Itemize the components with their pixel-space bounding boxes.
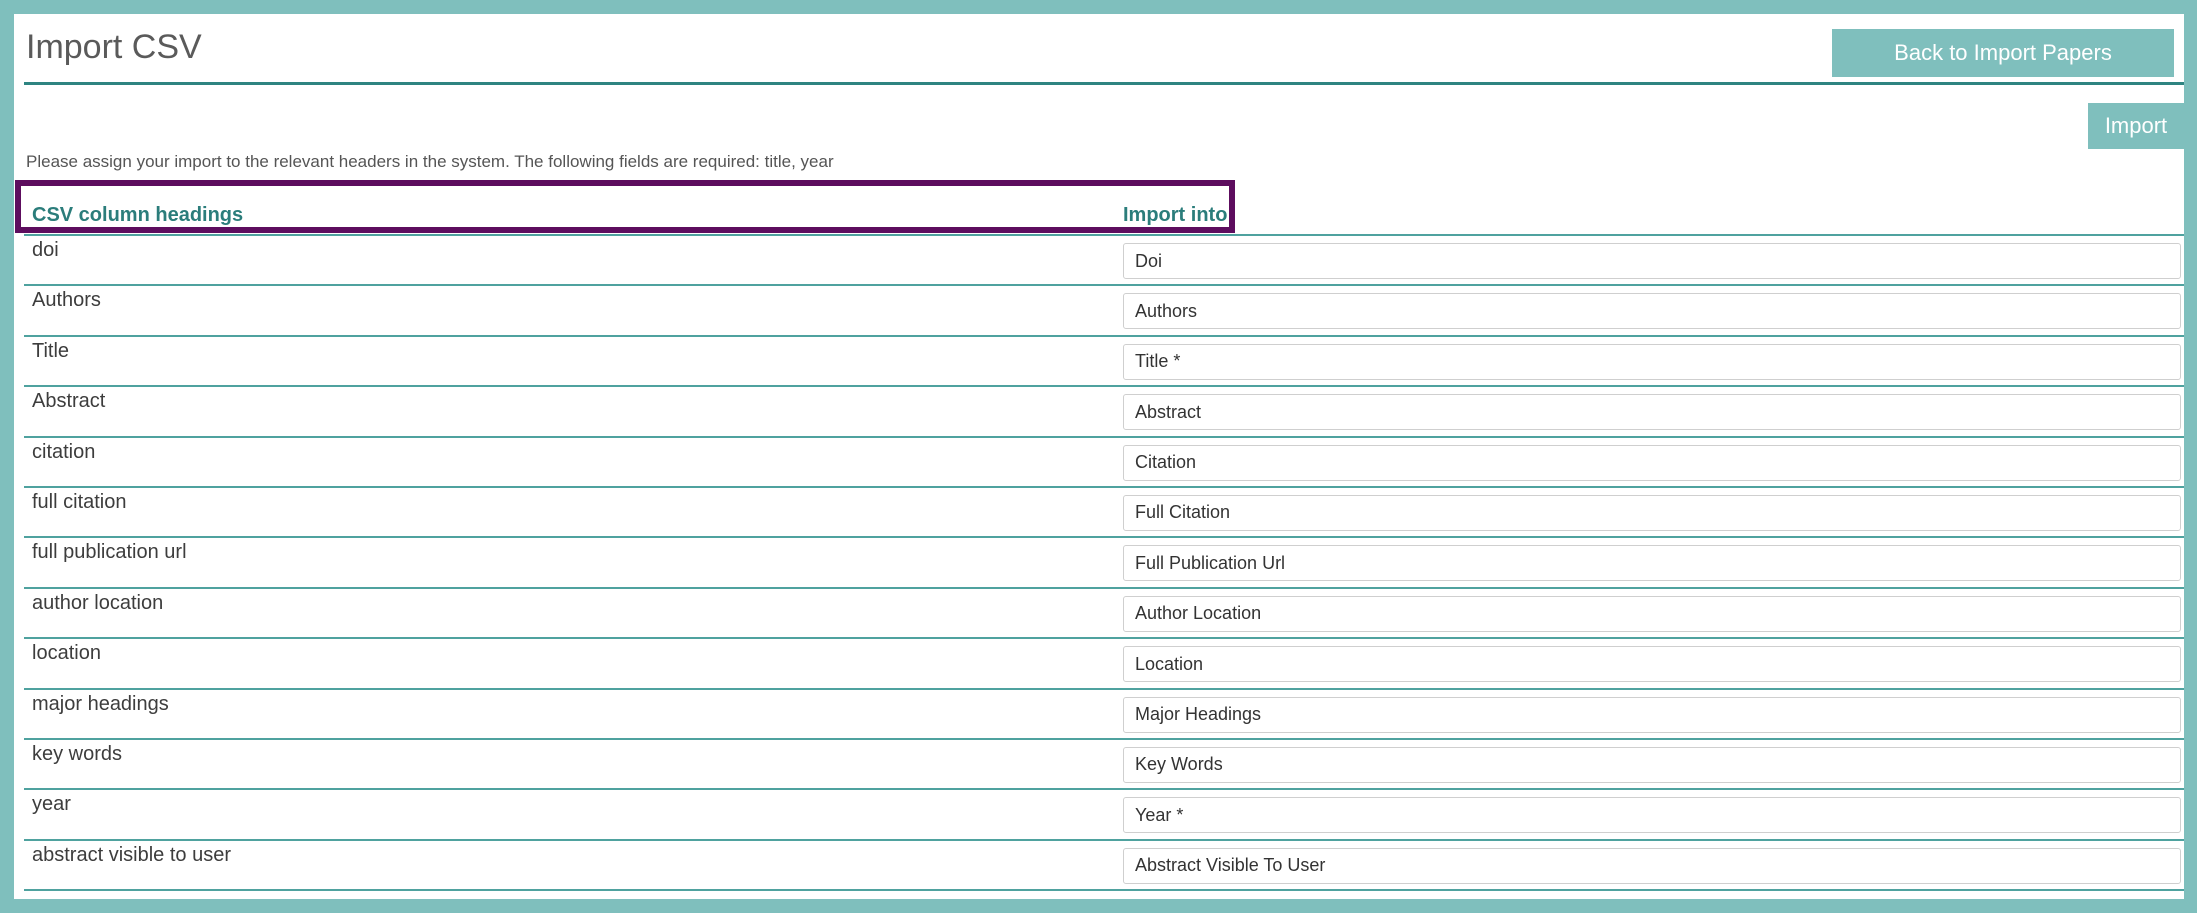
csv-heading-cell: key words bbox=[32, 742, 123, 765]
csv-heading-cell: Abstract bbox=[32, 390, 106, 413]
import-into-select[interactable]: Authors bbox=[1123, 293, 2181, 330]
table-row: Authors Authors bbox=[24, 286, 2184, 337]
csv-heading-cell: year bbox=[32, 793, 71, 816]
import-button[interactable]: Import bbox=[2088, 103, 2184, 149]
table-row: Abstract Abstract bbox=[24, 387, 2184, 438]
table-row: year Year * bbox=[24, 790, 2184, 841]
import-into-select[interactable]: Location bbox=[1123, 646, 2181, 683]
table-row: doi Doi bbox=[24, 236, 2184, 287]
csv-heading-cell: major headings bbox=[32, 692, 169, 715]
table-row: abstract visible to user Abstract Visibl… bbox=[24, 841, 2184, 892]
import-into-select[interactable]: Major Headings bbox=[1123, 696, 2181, 733]
back-to-import-papers-button[interactable]: Back to Import Papers bbox=[1832, 29, 2174, 77]
csv-heading-cell: abstract visible to user bbox=[32, 843, 231, 866]
table-row: Title Title * bbox=[24, 337, 2184, 388]
csv-heading-cell: location bbox=[32, 642, 101, 665]
table-row: full citation Full Citation bbox=[24, 488, 2184, 539]
csv-heading-cell: Authors bbox=[32, 289, 101, 312]
csv-heading-cell: full publication url bbox=[32, 541, 187, 564]
csv-heading-cell: citation bbox=[32, 440, 96, 463]
import-into-select[interactable]: Abstract bbox=[1123, 394, 2181, 431]
header-highlight-box bbox=[15, 180, 1235, 233]
instructions-text: Please assign your import to the relevan… bbox=[26, 152, 834, 171]
import-into-select[interactable]: Full Publication Url bbox=[1123, 545, 2181, 582]
import-into-select[interactable]: Citation bbox=[1123, 444, 2181, 481]
import-into-select[interactable]: Abstract Visible To User bbox=[1123, 847, 2181, 884]
import-into-select[interactable]: Title * bbox=[1123, 343, 2181, 380]
table-row: full publication url Full Publication Ur… bbox=[24, 538, 2184, 589]
csv-heading-cell: full citation bbox=[32, 490, 127, 513]
import-into-select[interactable]: Author Location bbox=[1123, 595, 2181, 632]
import-into-select[interactable]: Doi bbox=[1123, 243, 2181, 279]
csv-heading-cell: doi bbox=[32, 239, 59, 261]
import-into-select[interactable]: Year * bbox=[1123, 797, 2181, 834]
csv-heading-cell: Title bbox=[32, 339, 70, 362]
page-title: Import CSV bbox=[26, 28, 202, 66]
table-row: citation Citation bbox=[24, 438, 2184, 488]
title-divider bbox=[24, 82, 2184, 85]
mapping-table-body: doi Doi Authors Authors Title Title * Ab… bbox=[24, 236, 2184, 892]
import-csv-panel: Import CSV Back to Import Papers Import … bbox=[14, 14, 2184, 899]
import-into-select[interactable]: Full Citation bbox=[1123, 494, 2181, 531]
csv-heading-cell: author location bbox=[32, 591, 164, 614]
table-row: location Location bbox=[24, 639, 2184, 690]
import-into-select[interactable]: Key Words bbox=[1123, 746, 2181, 783]
table-row: key words Key Words bbox=[24, 740, 2184, 791]
table-row: major headings Major Headings bbox=[24, 690, 2184, 740]
table-row: author location Author Location bbox=[24, 589, 2184, 640]
